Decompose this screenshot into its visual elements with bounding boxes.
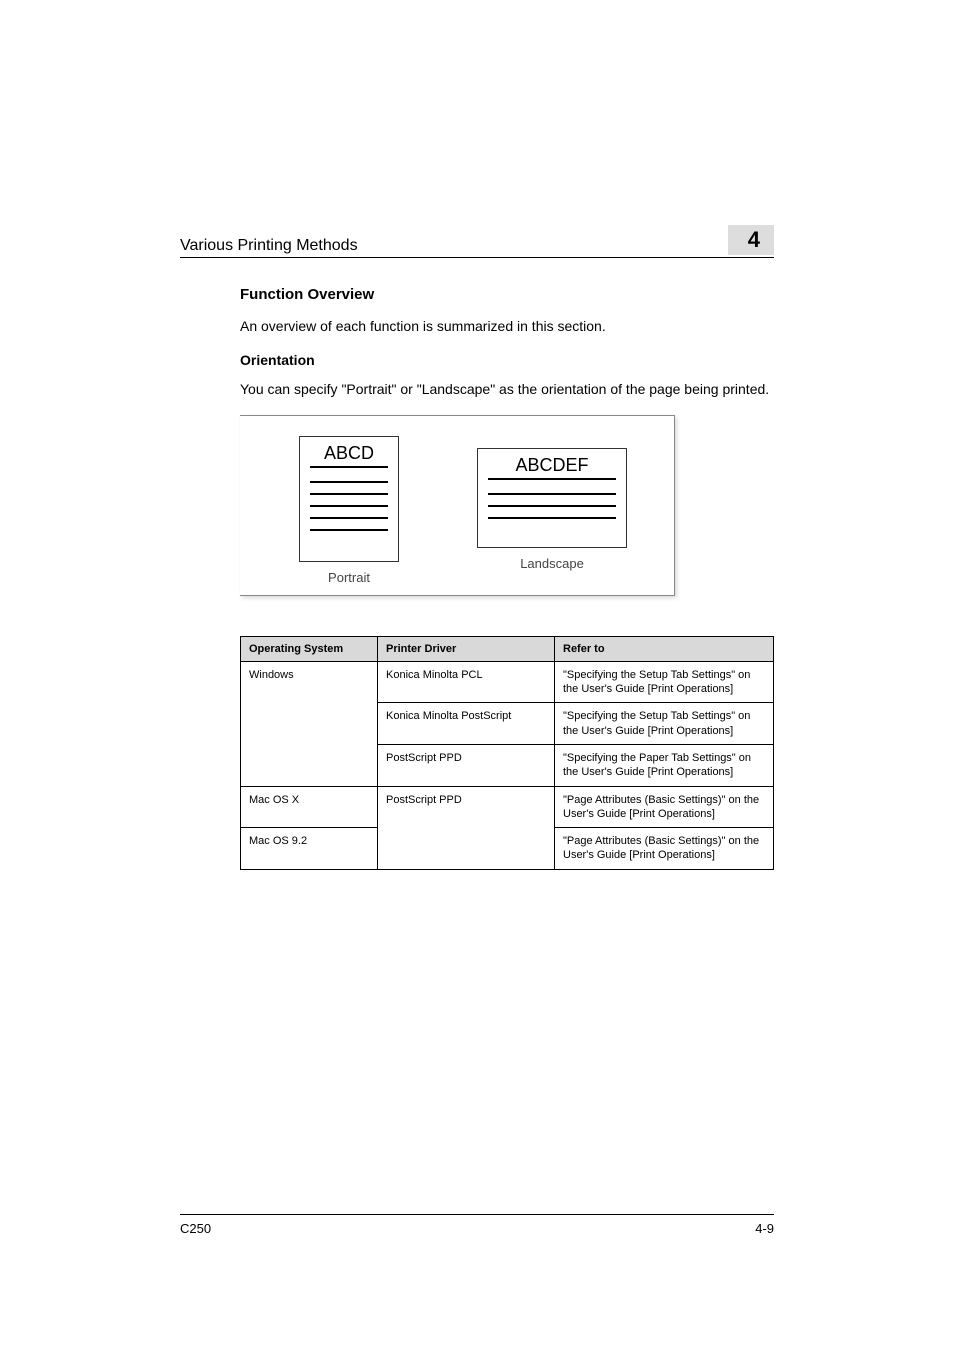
driver-reference-table: Operating System Printer Driver Refer to… [240,636,774,870]
text-line-icon [310,493,388,495]
table-row: Mac OS X PostScript PPD "Page Attributes… [241,786,774,828]
cell-os: Mac OS 9.2 [241,828,378,870]
text-line-icon [488,517,616,519]
chapter-number-badge: 4 [728,225,774,255]
page-footer: C250 4-9 [180,1214,774,1236]
cell-driver: Konica Minolta PCL [378,661,555,703]
footer-model: C250 [180,1221,211,1236]
portrait-block: ABCD Portrait [299,436,399,585]
text-line-icon [488,505,616,507]
cell-refer: "Page Attributes (Basic Settings)" on th… [555,828,774,870]
table-header-row: Operating System Printer Driver Refer to [241,636,774,661]
portrait-page-icon: ABCD [299,436,399,562]
landscape-block: ABCDEF Landscape [477,448,627,571]
footer-page-number: 4-9 [755,1221,774,1236]
landscape-caption: Landscape [477,556,627,571]
overview-paragraph: An overview of each function is summariz… [240,317,774,336]
page-header: Various Printing Methods 4 [180,225,774,258]
text-line-icon [310,529,388,531]
col-header-driver: Printer Driver [378,636,555,661]
cell-driver: PostScript PPD [378,786,555,869]
orientation-diagram: ABCD Portrait ABCDEF Landscape [240,415,675,596]
text-line-icon [310,517,388,519]
cell-refer: "Specifying the Setup Tab Settings" on t… [555,661,774,703]
text-line-icon [310,481,388,483]
text-line-icon [488,493,616,495]
text-line-icon [310,505,388,507]
cell-refer: "Specifying the Paper Tab Settings" on t… [555,744,774,786]
orientation-paragraph: You can specify "Portrait" or "Landscape… [240,380,774,399]
col-header-refer: Refer to [555,636,774,661]
diagram-row: ABCD Portrait ABCDEF Landscape [280,436,646,585]
cell-driver: Konica Minolta PostScript [378,703,555,745]
running-header-title: Various Printing Methods [180,237,358,255]
heading-function-overview: Function Overview [240,286,774,303]
cell-driver: PostScript PPD [378,744,555,786]
col-header-os: Operating System [241,636,378,661]
portrait-page-title: ABCD [310,443,388,468]
cell-refer: "Specifying the Setup Tab Settings" on t… [555,703,774,745]
cell-os: Mac OS X [241,786,378,828]
cell-refer: "Page Attributes (Basic Settings)" on th… [555,786,774,828]
portrait-caption: Portrait [299,570,399,585]
cell-os: Windows [241,661,378,786]
landscape-page-title: ABCDEF [488,455,616,480]
page: Various Printing Methods 4 Function Over… [0,0,954,1351]
landscape-page-icon: ABCDEF [477,448,627,548]
table-row: Windows Konica Minolta PCL "Specifying t… [241,661,774,703]
heading-orientation: Orientation [240,352,774,368]
